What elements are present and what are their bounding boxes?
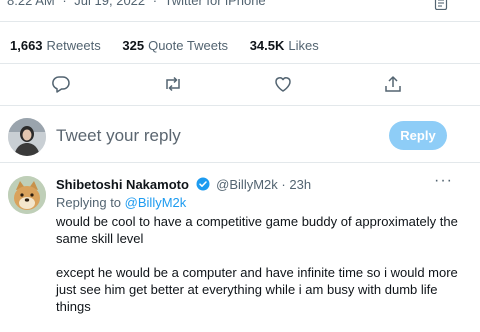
separator: · xyxy=(281,177,286,192)
tweet-metadata: 8:22 AM · Jul 19, 2022 · Twitter for iPh… xyxy=(7,0,266,8)
replying-to-link[interactable]: @BillyM2k xyxy=(125,195,187,210)
verified-badge-icon xyxy=(196,177,210,191)
analytics-icon[interactable] xyxy=(434,0,448,10)
more-options-icon[interactable]: ··· xyxy=(434,172,453,190)
author-name[interactable]: Shibetoshi Nakamoto xyxy=(56,177,189,192)
likes-count: 34.5K xyxy=(249,38,285,53)
author-avatar[interactable] xyxy=(8,176,46,214)
tweet-paragraph: except he would be a computer and have i… xyxy=(56,265,458,314)
tweet-timestamp[interactable]: 23h xyxy=(289,177,311,192)
reply-input[interactable]: Tweet your reply xyxy=(56,126,181,146)
tweet-paragraph: would be cool to have a competitive game… xyxy=(56,214,458,246)
likes-label: Likes xyxy=(288,38,319,53)
retweet-icon[interactable] xyxy=(163,74,183,94)
tweet-date[interactable]: Jul 19, 2022 xyxy=(74,0,145,8)
share-icon[interactable] xyxy=(383,74,403,94)
tweet-header: Shibetoshi Nakamoto @BillyM2k · 23h xyxy=(56,177,311,192)
like-icon[interactable] xyxy=(273,74,293,94)
tweet-action-bar xyxy=(0,74,480,94)
author-avatar-image xyxy=(8,176,46,214)
divider xyxy=(0,63,480,64)
quote-tweets-label: Quote Tweets xyxy=(148,38,229,53)
reply-composer: Tweet your reply Reply xyxy=(0,108,480,160)
user-avatar[interactable] xyxy=(8,118,46,156)
retweets-label: Retweets xyxy=(46,38,101,53)
retweets-stat[interactable]: 1,663 Retweets xyxy=(10,38,101,53)
engagement-stats: 1,663 Retweets 325 Quote Tweets 34.5K Likes xyxy=(10,38,337,53)
author-handle[interactable]: @BillyM2k xyxy=(216,177,278,192)
quote-tweets-count: 325 xyxy=(122,38,145,53)
replying-to: Replying to @BillyM2k xyxy=(56,195,186,210)
tweet-text: would be cool to have a competitive game… xyxy=(56,213,466,332)
divider xyxy=(0,21,480,22)
retweets-count: 1,663 xyxy=(10,38,43,53)
tweet-time: 8:22 AM xyxy=(7,0,55,8)
tweet-source[interactable]: Twitter for iPhone xyxy=(165,0,266,8)
reply-tweet[interactable]: Shibetoshi Nakamoto @BillyM2k · 23h ··· … xyxy=(0,168,480,314)
reply-icon[interactable] xyxy=(51,74,71,94)
user-avatar-image xyxy=(8,118,46,156)
divider xyxy=(0,162,480,163)
quote-tweets-stat[interactable]: 325 Quote Tweets xyxy=(122,38,228,53)
likes-stat[interactable]: 34.5K Likes xyxy=(250,38,319,53)
divider xyxy=(0,105,480,106)
replying-to-prefix: Replying to xyxy=(56,195,122,210)
reply-button[interactable]: Reply xyxy=(389,121,447,150)
